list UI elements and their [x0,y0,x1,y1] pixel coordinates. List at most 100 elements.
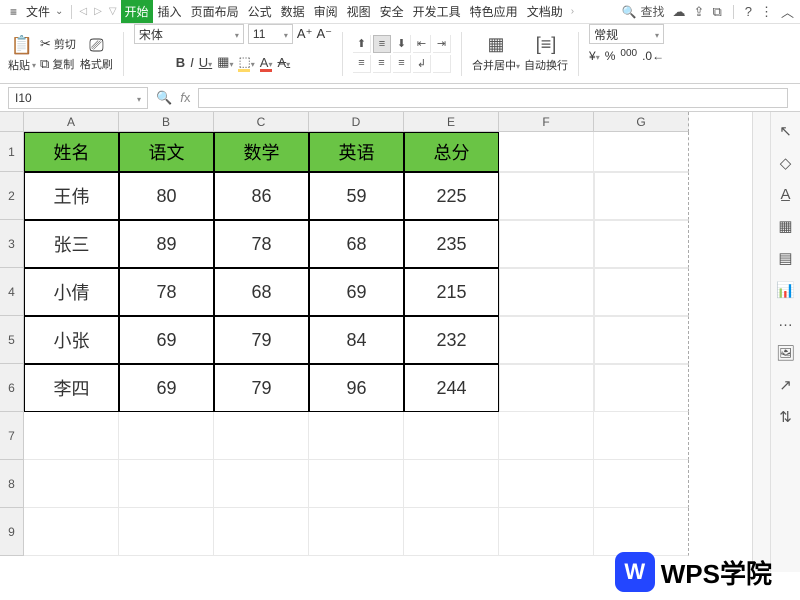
vertical-scrollbar[interactable] [752,112,770,572]
cell[interactable] [214,508,309,556]
share-icon[interactable]: ↗ [779,376,792,394]
cell[interactable] [594,316,689,364]
cell[interactable]: 84 [309,316,404,364]
cell[interactable] [309,460,404,508]
cell[interactable]: 总分 [404,132,499,172]
cell[interactable] [24,460,119,508]
cell[interactable] [594,364,689,412]
cell[interactable]: 244 [404,364,499,412]
col-header[interactable]: E [404,112,499,132]
cell[interactable] [214,412,309,460]
cell[interactable]: 69 [119,364,214,412]
percent-format-icon[interactable]: % [605,49,616,63]
cell[interactable]: 王伟 [24,172,119,220]
cell[interactable] [594,508,689,556]
tab-layout[interactable]: 页面布局 [187,0,243,23]
cell[interactable] [499,412,594,460]
file-menu[interactable]: 文件 [22,1,67,22]
cell[interactable]: 小倩 [24,268,119,316]
cell[interactable] [499,460,594,508]
cell[interactable] [499,268,594,316]
col-header[interactable]: D [309,112,404,132]
cell[interactable] [499,220,594,268]
decrease-font-icon[interactable]: A⁻ [316,26,332,42]
sheet-grid[interactable]: A B C D E F G 1 姓名 语文 数学 英语 总分 2 王伟 80 [0,112,752,572]
tab-special[interactable]: 特色应用 [466,0,522,23]
cell[interactable] [24,412,119,460]
font-color-button[interactable]: A [260,55,273,70]
align-bottom-icon[interactable]: ⬇ [393,35,411,53]
align-middle-icon[interactable]: ≡ [373,35,391,53]
collapse-ribbon-icon[interactable]: ︿ [781,2,794,21]
chart-tool-icon[interactable]: 📊 [776,281,795,299]
cell[interactable]: 96 [309,364,404,412]
grid-tool-icon[interactable]: ▤ [778,249,792,267]
row-header[interactable]: 8 [0,460,24,508]
cell[interactable]: 78 [119,268,214,316]
cell[interactable]: 80 [119,172,214,220]
col-header[interactable]: C [214,112,309,132]
select-tool-icon[interactable]: ◇ [780,154,792,172]
cell[interactable]: 数学 [214,132,309,172]
align-center-icon[interactable]: ≡ [373,55,391,73]
cell[interactable] [594,460,689,508]
cell[interactable] [499,172,594,220]
cell[interactable] [119,412,214,460]
merge-center-button[interactable]: ▦ 合并居中 [472,34,520,73]
tab-start[interactable]: 开始 [121,0,153,23]
number-format-select[interactable]: 常规 [589,24,664,44]
cut-button[interactable]: ✂剪切 [40,36,76,52]
font-name-select[interactable]: 宋体 [134,24,244,44]
cell[interactable]: 79 [214,316,309,364]
cell[interactable]: 215 [404,268,499,316]
cell[interactable]: 姓名 [24,132,119,172]
col-header[interactable]: A [24,112,119,132]
row-header[interactable]: 3 [0,220,24,268]
cell[interactable]: 78 [214,220,309,268]
cell[interactable] [404,412,499,460]
format-brush-button[interactable]: ⎚ 格式刷 [80,35,113,72]
help-icon[interactable]: ? [745,4,752,19]
row-header[interactable]: 1 [0,132,24,172]
tab-review[interactable]: 审阅 [310,0,342,23]
cell[interactable]: 232 [404,316,499,364]
tab-formula[interactable]: 公式 [244,0,276,23]
more-menu-icon[interactable]: ⋮ [760,4,773,20]
wrap-icon[interactable]: ↲ [413,55,431,73]
cell[interactable] [594,220,689,268]
cell[interactable] [594,412,689,460]
tab-dochelper[interactable]: 文档助 [523,0,567,23]
cloud-sync-icon[interactable]: ☁ [673,4,686,20]
align-top-icon[interactable]: ⬆ [353,35,371,53]
thousands-format-icon[interactable]: 000 [620,48,637,64]
indent-increase-icon[interactable]: ⇥ [433,35,451,53]
auto-wrap-button[interactable]: [≡] 自动换行 [524,34,568,73]
cell[interactable]: 59 [309,172,404,220]
fx-icon[interactable]: fx [180,90,190,105]
tab-insert[interactable]: 插入 [154,0,186,23]
cell[interactable] [499,132,594,172]
cell[interactable]: 69 [309,268,404,316]
cell[interactable] [499,508,594,556]
row-header[interactable]: 7 [0,412,24,460]
cell[interactable]: 68 [214,268,309,316]
formula-input[interactable] [198,88,788,108]
cell[interactable]: 235 [404,220,499,268]
align-right-icon[interactable]: ≡ [393,55,411,73]
currency-format-icon[interactable]: ¥ [589,49,600,63]
increase-font-icon[interactable]: A⁺ [297,26,313,42]
cursor-tool-icon[interactable]: ↖ [779,122,792,140]
align-left-icon[interactable]: ≡ [353,55,371,73]
select-all-corner[interactable] [0,112,24,132]
font-style-icon[interactable]: A̲ [780,186,790,203]
cell[interactable] [119,508,214,556]
table-tool-icon[interactable]: ▦ [778,217,792,235]
cell[interactable]: 张三 [24,220,119,268]
cell[interactable]: 225 [404,172,499,220]
image-tool-icon[interactable]: 🖼 [776,344,795,362]
zoom-fx-icon[interactable]: 🔍 [156,90,172,106]
cell[interactable] [594,132,689,172]
hamburger-icon[interactable]: ≡ [6,3,21,21]
col-header[interactable]: F [499,112,594,132]
cell[interactable] [404,508,499,556]
